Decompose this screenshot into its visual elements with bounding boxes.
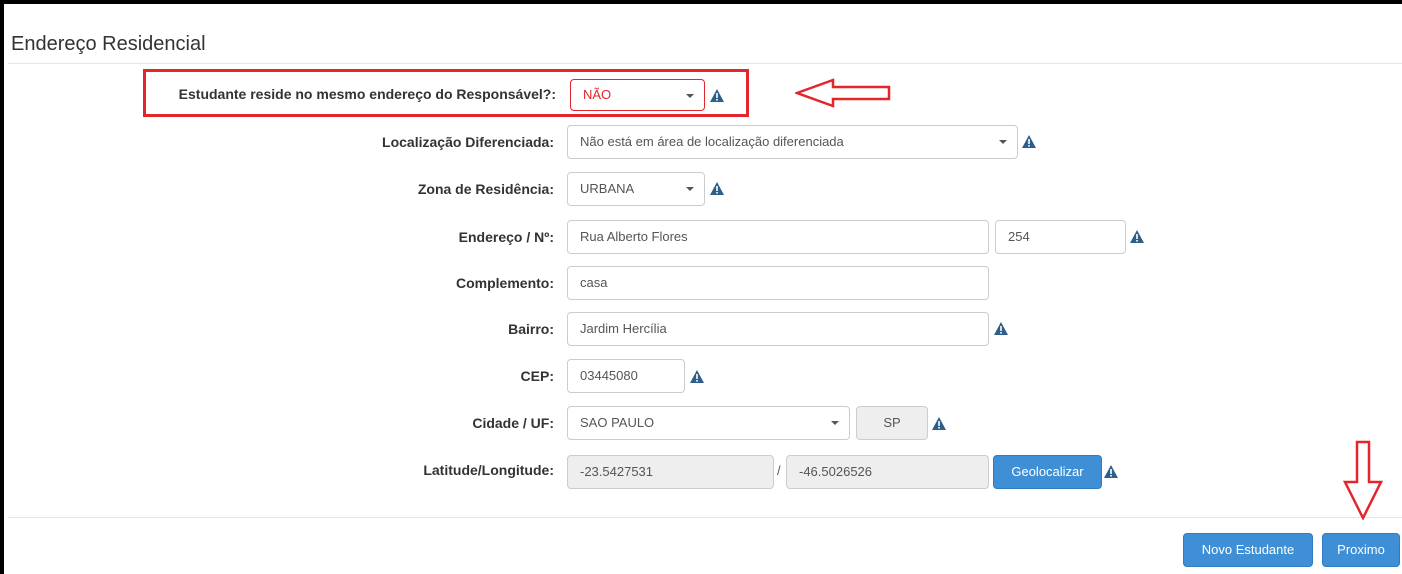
localizacao-value: Não está em área de localização diferenc… xyxy=(580,134,844,149)
frame-border-left xyxy=(0,0,4,574)
geolocalizar-button[interactable]: Geolocalizar xyxy=(993,455,1102,489)
title-divider xyxy=(8,63,1402,64)
arrow-left-annotation-icon xyxy=(795,78,891,108)
zona-value: URBANA xyxy=(580,181,635,196)
warning-icon[interactable] xyxy=(932,417,946,430)
longitude-field: -46.5026526 xyxy=(786,455,989,489)
chevron-down-icon xyxy=(831,421,839,425)
endereco-input[interactable]: Rua Alberto Flores xyxy=(567,220,989,254)
complemento-label: Complemento: xyxy=(456,275,554,291)
cidade-label: Cidade / UF: xyxy=(472,415,554,431)
chevron-down-icon xyxy=(686,94,694,98)
section-title: Endereço Residencial xyxy=(11,33,206,55)
warning-icon[interactable] xyxy=(710,182,724,195)
mesmo-endereco-label: Estudante reside no mesmo endereço do Re… xyxy=(178,86,556,102)
latlong-label: Latitude/Longitude: xyxy=(423,462,554,478)
endereco-label: Endereço / Nº: xyxy=(458,229,554,245)
frame-border-top xyxy=(0,0,1402,4)
cidade-value: SAO PAULO xyxy=(580,415,655,430)
mesmo-endereco-select[interactable]: NÃO xyxy=(570,79,705,111)
chevron-down-icon xyxy=(686,187,694,191)
cep-label: CEP: xyxy=(520,368,554,384)
latlong-separator: / xyxy=(777,463,781,478)
proximo-button[interactable]: Proximo xyxy=(1322,533,1400,567)
warning-icon[interactable] xyxy=(1104,465,1118,478)
chevron-down-icon xyxy=(999,140,1007,144)
warning-icon[interactable] xyxy=(1130,230,1144,243)
warning-icon[interactable] xyxy=(1022,135,1036,148)
arrow-down-annotation-icon xyxy=(1342,440,1384,520)
warning-icon[interactable] xyxy=(710,89,724,102)
cidade-select[interactable]: SAO PAULO xyxy=(567,406,850,440)
warning-icon[interactable] xyxy=(994,322,1008,335)
mesmo-endereco-value: NÃO xyxy=(583,87,612,102)
latitude-field: -23.5427531 xyxy=(567,455,774,489)
uf-field: SP xyxy=(856,406,928,440)
bairro-label: Bairro: xyxy=(508,321,554,337)
bairro-input[interactable]: Jardim Hercília xyxy=(567,312,989,346)
footer-divider xyxy=(8,517,1402,518)
numero-input[interactable]: 254 xyxy=(995,220,1126,254)
complemento-input[interactable]: casa xyxy=(567,266,989,300)
zona-select[interactable]: URBANA xyxy=(567,172,705,206)
zona-label: Zona de Residência: xyxy=(417,181,554,197)
localizacao-label: Localização Diferenciada: xyxy=(382,134,554,150)
localizacao-select[interactable]: Não está em área de localização diferenc… xyxy=(567,125,1018,159)
cep-input[interactable]: 03445080 xyxy=(567,359,685,393)
novo-estudante-button[interactable]: Novo Estudante xyxy=(1183,533,1313,567)
warning-icon[interactable] xyxy=(690,370,704,383)
